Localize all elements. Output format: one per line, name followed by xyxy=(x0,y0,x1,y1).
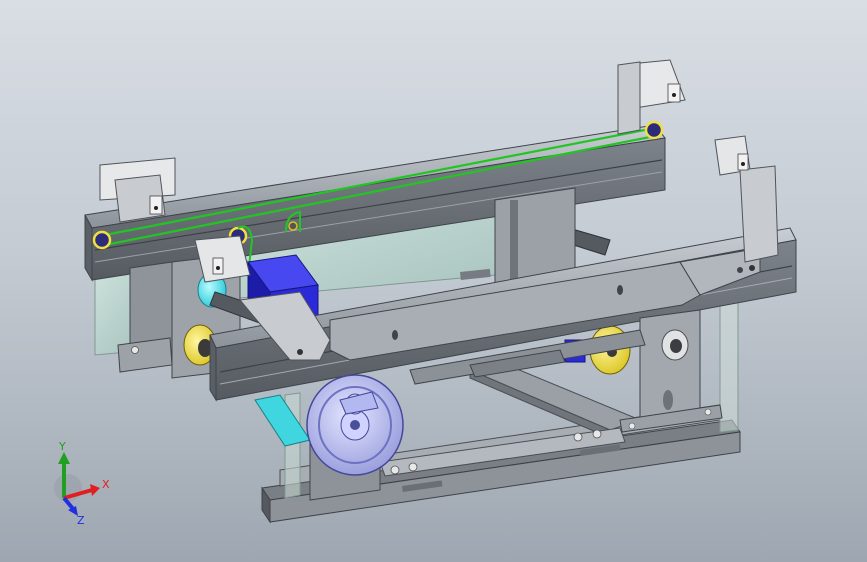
y-axis-arrow xyxy=(58,452,70,464)
y-axis-label: Y xyxy=(58,440,66,453)
coordinate-triad: Y X Z xyxy=(54,440,110,527)
x-axis-label: X xyxy=(102,478,110,491)
cad-viewport[interactable]: Y X Z xyxy=(0,0,867,562)
conveyor-assembly-model xyxy=(84,59,797,524)
z-axis-label: Z xyxy=(77,514,85,527)
x-axis-arrow xyxy=(90,484,100,496)
right-front-support xyxy=(619,309,723,433)
